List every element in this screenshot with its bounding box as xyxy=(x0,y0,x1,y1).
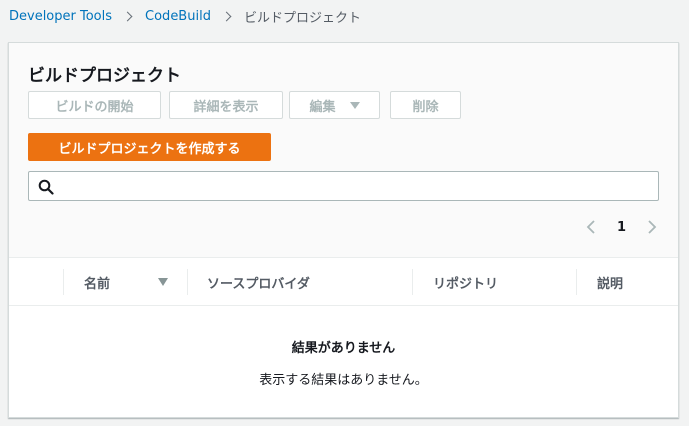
search-icon xyxy=(38,179,54,195)
create-build-project-label: ビルドプロジェクトを作成する xyxy=(58,141,241,157)
create-build-project-button[interactable]: ビルドプロジェクトを作成する xyxy=(28,133,271,161)
search-input[interactable] xyxy=(59,172,655,200)
pagination: 1 xyxy=(585,217,658,237)
delete-button[interactable]: 削除 xyxy=(390,91,461,119)
breadcrumb-developer-tools[interactable]: Developer Tools xyxy=(9,9,112,24)
chevron-right-icon xyxy=(221,11,232,21)
column-header-name[interactable]: 名前 xyxy=(84,267,110,297)
edit-label: 編集 xyxy=(309,99,336,115)
column-divider xyxy=(63,269,64,295)
search-field[interactable] xyxy=(28,171,659,201)
breadcrumb-codebuild[interactable]: CodeBuild xyxy=(145,9,211,24)
start-build-label: ビルドの開始 xyxy=(55,99,134,115)
chevron-right-icon[interactable] xyxy=(644,219,658,235)
column-divider xyxy=(412,269,413,295)
table-divider xyxy=(9,305,678,306)
column-description-label: 説明 xyxy=(597,276,624,292)
column-header-description[interactable]: 説明 xyxy=(597,267,623,297)
empty-state-description: 表示する結果はありません。 xyxy=(259,373,428,388)
chevron-left-icon[interactable] xyxy=(585,219,599,235)
view-details-label: 詳細を表示 xyxy=(193,99,259,115)
column-header-repository[interactable]: リポジトリ xyxy=(433,267,498,297)
edit-dropdown-button[interactable]: 編集 xyxy=(289,91,380,119)
column-divider xyxy=(187,269,188,295)
breadcrumb: Developer Tools CodeBuild ビルドプロジェクト xyxy=(9,6,361,26)
current-page-number[interactable]: 1 xyxy=(617,220,626,235)
build-projects-panel: ビルドプロジェクト ビルドの開始 詳細を表示 編集 削除 ビルドプロジェクトを作… xyxy=(8,42,679,418)
column-name-label: 名前 xyxy=(84,276,111,292)
column-source-provider-label: ソースプロバイダ xyxy=(207,276,310,292)
column-divider xyxy=(576,269,577,295)
panel-title: ビルドプロジェクト xyxy=(28,66,181,86)
sort-descending-icon[interactable] xyxy=(158,278,168,286)
breadcrumb-current: ビルドプロジェクト xyxy=(243,10,361,26)
panel-header: ビルドプロジェクト ビルドの開始 詳細を表示 編集 削除 ビルドプロジェクトを作… xyxy=(9,43,678,258)
column-header-source-provider[interactable]: ソースプロバイダ xyxy=(207,267,310,297)
view-details-button[interactable]: 詳細を表示 xyxy=(169,91,283,119)
table-header: 名前 ソースプロバイダ リポジトリ 説明 xyxy=(9,267,678,297)
caret-down-icon xyxy=(349,101,360,109)
delete-label: 削除 xyxy=(412,99,439,115)
empty-state-title: 結果がありません xyxy=(291,341,396,356)
column-repository-label: リポジトリ xyxy=(433,276,499,292)
chevron-right-icon xyxy=(122,11,133,21)
start-build-button[interactable]: ビルドの開始 xyxy=(28,91,161,119)
